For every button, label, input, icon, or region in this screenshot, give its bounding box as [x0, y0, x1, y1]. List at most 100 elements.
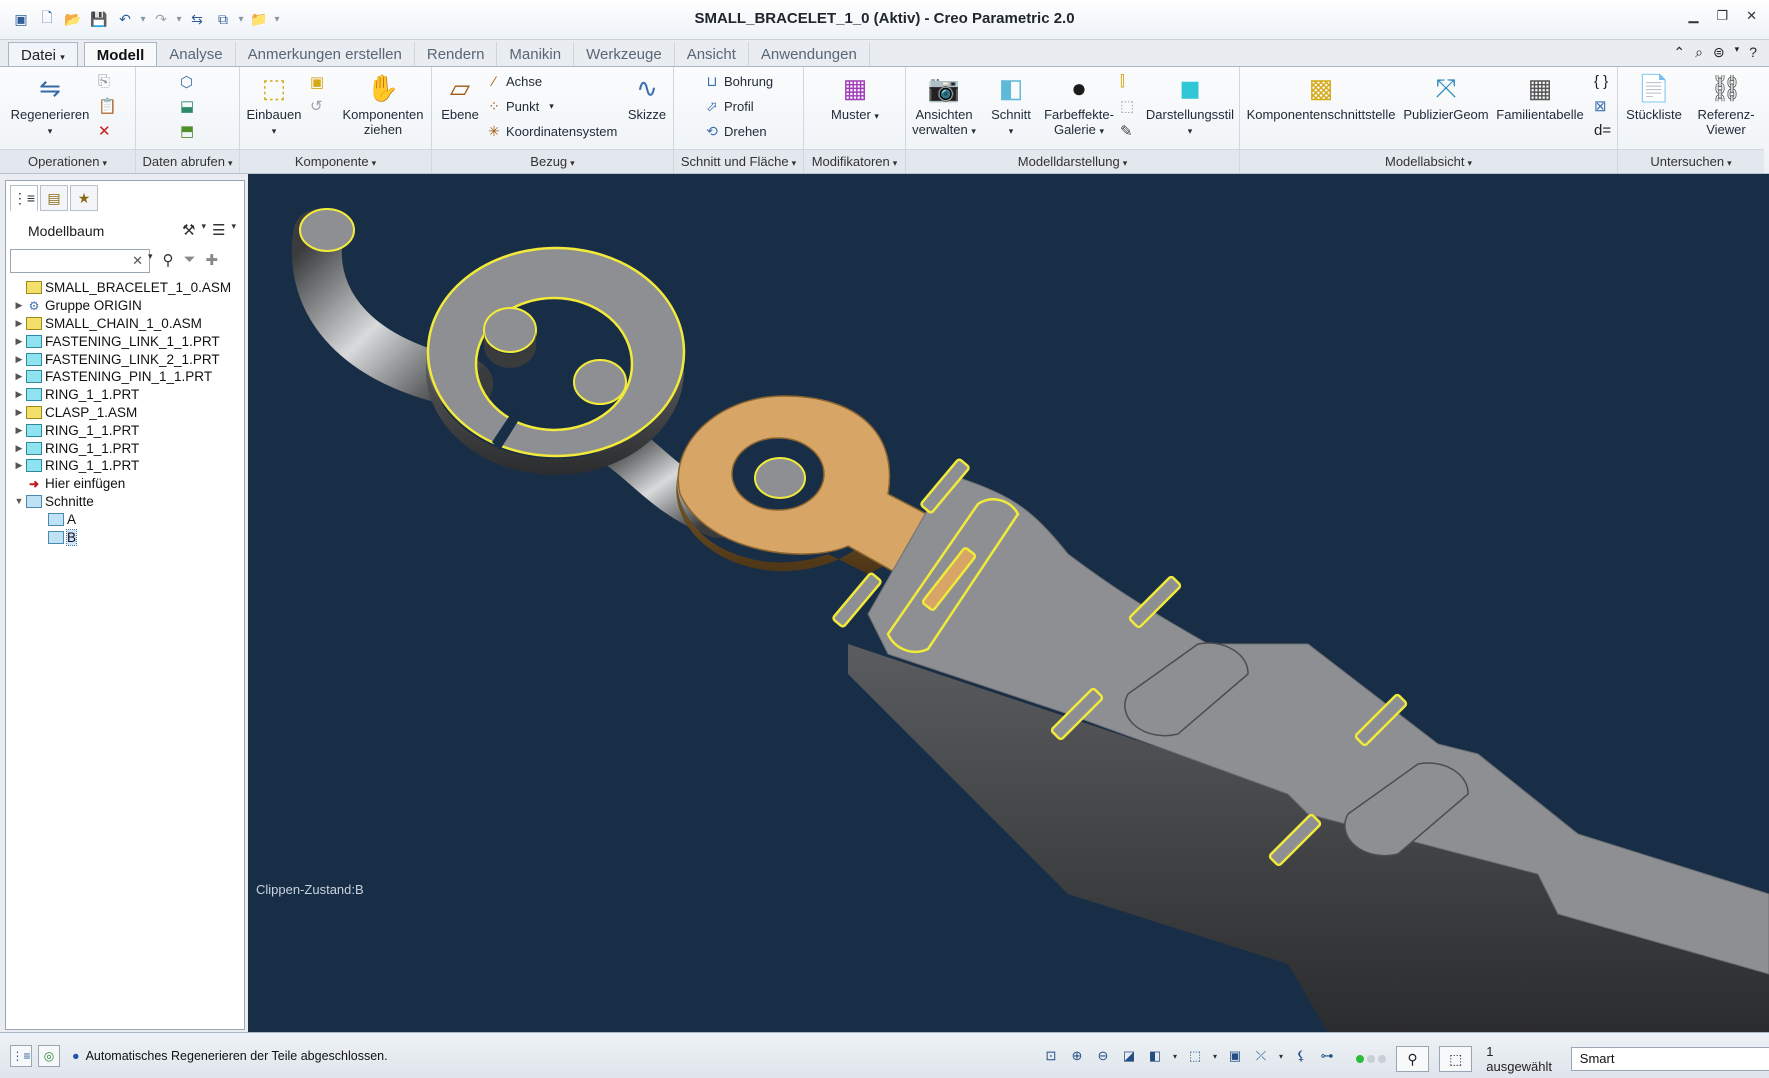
- expand-icon[interactable]: ▶: [12, 425, 26, 436]
- tree-item[interactable]: ▶ FASTENING_PIN_1_1.PRT: [12, 368, 242, 386]
- group-label-daten-abrufen[interactable]: Daten abrufen ▾: [136, 149, 239, 173]
- repeat-icon[interactable]: ↺: [310, 97, 323, 115]
- toggle-navigator-icon[interactable]: ⋮≡: [10, 1045, 32, 1067]
- group-label-schnitt-flaeche[interactable]: Schnitt und Fläche ▾: [674, 149, 803, 173]
- achse-button[interactable]: ⁄ Achse: [486, 73, 542, 89]
- close-icon[interactable]: ✕: [1746, 8, 1757, 24]
- create-component-icon[interactable]: ▣: [310, 73, 324, 91]
- refit-icon[interactable]: ⊡: [1040, 1045, 1062, 1067]
- add-column-icon[interactable]: ✚: [206, 251, 219, 269]
- tree-item[interactable]: ▼ Schnitte: [12, 493, 242, 511]
- publiziergeom-button[interactable]: ⤧ PublizierGeom: [1400, 73, 1492, 122]
- tree-item[interactable]: ➜ Hier einfügen: [12, 475, 242, 493]
- group-label-modellabsicht[interactable]: Modellabsicht ▾: [1240, 149, 1617, 173]
- koordinatensystem-button[interactable]: ✳ Koordinatensystem: [486, 123, 617, 140]
- ring-inner-circle-2[interactable]: [573, 359, 627, 405]
- tree-settings-dropdown-icon[interactable]: ▾: [201, 221, 206, 239]
- search-icon[interactable]: ⌕: [1695, 44, 1703, 61]
- filter-icon[interactable]: ⏷: [184, 251, 196, 269]
- tab-anwendungen[interactable]: Anwendungen: [749, 42, 870, 66]
- collapse-icon[interactable]: ▼: [12, 496, 26, 506]
- graphics-viewport[interactable]: Clippen-Zustand:B: [248, 174, 1769, 1032]
- saved-views-dropdown-icon[interactable]: ▾: [1210, 1045, 1220, 1067]
- regenerieren-button[interactable]: ⇋ Regenerieren ▾: [10, 73, 90, 139]
- user-defined-feature-icon[interactable]: ⬡: [180, 73, 193, 91]
- tree-item[interactable]: ▶ FASTENING_LINK_1_1.PRT: [12, 332, 242, 350]
- zoom-out-icon[interactable]: ⊖: [1092, 1045, 1114, 1067]
- selected-items-button[interactable]: ⬚: [1439, 1046, 1473, 1072]
- explode-view-icon[interactable]: ⫿: [1120, 73, 1125, 90]
- tab-anmerkungen[interactable]: Anmerkungen erstellen: [236, 42, 415, 66]
- group-label-modifikatoren[interactable]: Modifikatoren ▾: [804, 149, 905, 173]
- search-dropdown-icon[interactable]: ▾: [148, 251, 153, 269]
- community-dropdown-icon[interactable]: ▾: [1735, 44, 1740, 61]
- tree-search-input[interactable]: ✕: [10, 249, 150, 273]
- clear-search-icon[interactable]: ✕: [132, 253, 143, 269]
- expand-icon[interactable]: ▶: [12, 336, 26, 347]
- delete-icon[interactable]: ✕: [98, 122, 111, 140]
- shrinkwrap-icon[interactable]: ⬒: [180, 122, 194, 140]
- tab-werkzeuge[interactable]: Werkzeuge: [574, 42, 675, 66]
- komponentenschnittstelle-button[interactable]: ▩ Komponentenschnittstelle: [1244, 73, 1398, 122]
- expand-icon[interactable]: ▶: [12, 371, 26, 382]
- maximize-icon[interactable]: ❐: [1716, 8, 1728, 24]
- group-label-modelldarstellung[interactable]: Modelldarstellung ▾: [906, 149, 1239, 173]
- group-label-bezug[interactable]: Bezug ▾: [432, 149, 673, 173]
- tree-item[interactable]: ▶ FASTENING_LINK_2_1.PRT: [12, 350, 242, 368]
- paste-icon[interactable]: 📋: [98, 97, 117, 115]
- expand-icon[interactable]: ▶: [12, 443, 26, 454]
- group-label-operationen[interactable]: Operationen ▾: [0, 149, 135, 173]
- tree-item[interactable]: ▶ SMALL_CHAIN_1_0.ASM: [12, 315, 242, 333]
- group-label-komponente[interactable]: Komponente ▾: [240, 149, 431, 173]
- tree-item[interactable]: B: [12, 528, 242, 546]
- expand-icon[interactable]: ▶: [12, 389, 26, 400]
- schnitt-button[interactable]: ◧ Schnitt ▾: [982, 73, 1040, 139]
- tree-item[interactable]: ▶ RING_1_1.PRT: [12, 457, 242, 475]
- spin-center-icon[interactable]: ⚸: [1290, 1045, 1312, 1067]
- switch-dimensions-icon[interactable]: ⊠: [1594, 97, 1607, 115]
- tab-modell[interactable]: Modell: [83, 42, 158, 66]
- expand-icon[interactable]: ▶: [12, 460, 26, 471]
- komponenten-ziehen-button[interactable]: ✋ Komponenten ziehen: [338, 73, 428, 137]
- tree-item[interactable]: ▶ RING_1_1.PRT: [12, 421, 242, 439]
- help-icon[interactable]: ?: [1749, 44, 1757, 61]
- display-style-toolbar-icon[interactable]: ◧: [1144, 1045, 1166, 1067]
- tree-item[interactable]: ▶ CLASP_1.ASM: [12, 404, 242, 422]
- tree-item[interactable]: ▶ ⚙ Gruppe ORIGIN: [12, 297, 242, 315]
- group-label-untersuchen[interactable]: Untersuchen ▾: [1618, 149, 1764, 173]
- display-style-small-icon[interactable]: ✎: [1120, 122, 1133, 140]
- expand-icon[interactable]: ▶: [12, 354, 26, 365]
- bohrung-button[interactable]: ⊔ Bohrung: [704, 73, 774, 90]
- datum-display-dropdown-icon[interactable]: ▾: [1276, 1045, 1286, 1067]
- tab-datei[interactable]: Datei ▾: [8, 42, 78, 66]
- hook-end-cap[interactable]: [299, 208, 355, 252]
- copy-geometry-icon[interactable]: ⬓: [180, 97, 194, 115]
- tree-show-icon[interactable]: ☰: [212, 221, 225, 239]
- toggle-browser-icon[interactable]: ◎: [38, 1045, 60, 1067]
- tree-item[interactable]: A: [12, 510, 242, 528]
- muster-button[interactable]: ▦ Muster ▾: [824, 73, 886, 124]
- favorites-tab-icon[interactable]: ★: [70, 185, 98, 211]
- saved-views-icon[interactable]: ⬚: [1184, 1045, 1206, 1067]
- model-tree-tab-icon[interactable]: ⋮≡: [10, 185, 38, 211]
- copy-icon[interactable]: ⎘: [98, 73, 110, 90]
- display-style-dropdown-icon[interactable]: ▾: [1170, 1045, 1180, 1067]
- farbeffekte-galerie-button[interactable]: ● Farbeffekte- Galerie ▾: [1042, 73, 1116, 139]
- skizze-button[interactable]: ∿ Skizze: [622, 73, 672, 122]
- punkt-button[interactable]: ⁘ Punkt ▾: [486, 98, 554, 115]
- einbauen-button[interactable]: ⬚ Einbauen ▾: [244, 73, 304, 139]
- expand-icon[interactable]: ▶: [12, 318, 26, 329]
- expand-icon[interactable]: ▶: [12, 407, 26, 418]
- ring-face[interactable]: [426, 246, 686, 458]
- tab-ansicht[interactable]: Ansicht: [675, 42, 749, 66]
- zoom-in-icon[interactable]: ⊕: [1066, 1045, 1088, 1067]
- tree-show-dropdown-icon[interactable]: ▾: [231, 221, 236, 239]
- folder-browser-tab-icon[interactable]: ▤: [40, 185, 68, 211]
- datum-display-icon[interactable]: ⤫: [1250, 1045, 1272, 1067]
- referenz-viewer-button[interactable]: ⛓ Referenz- Viewer: [1690, 73, 1762, 137]
- tree-item[interactable]: ▶ RING_1_1.PRT: [12, 439, 242, 457]
- stueckliste-button[interactable]: 📄 Stückliste: [1622, 73, 1686, 122]
- selection-filter-select[interactable]: Smart ▼: [1570, 1047, 1769, 1071]
- tree-item[interactable]: SMALL_BRACELET_1_0.ASM: [12, 279, 242, 297]
- parameters-icon[interactable]: d=: [1594, 122, 1611, 139]
